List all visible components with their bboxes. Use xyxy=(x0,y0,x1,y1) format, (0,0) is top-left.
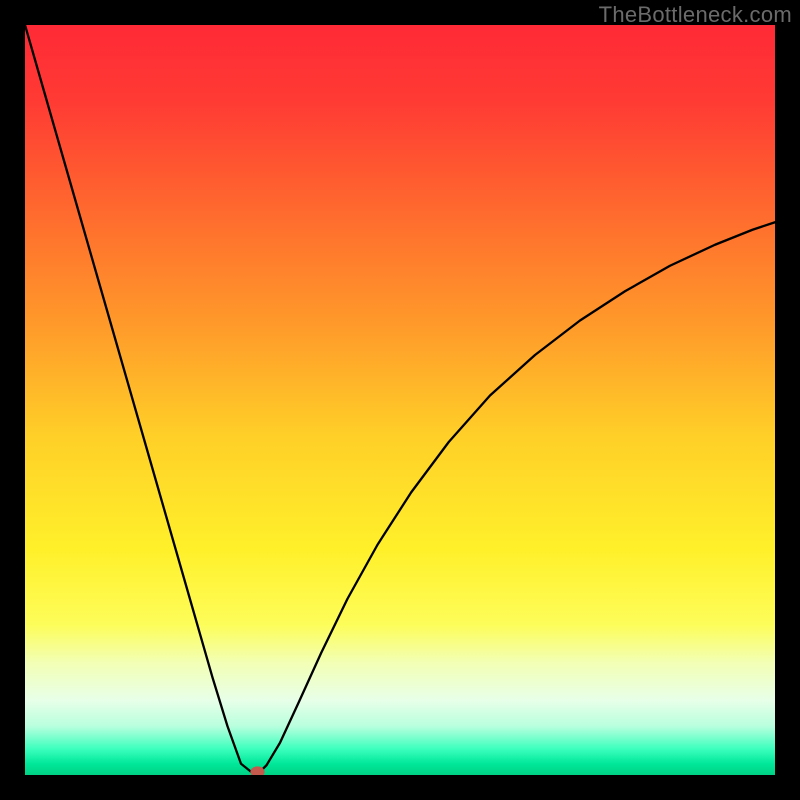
watermark-label: TheBottleneck.com xyxy=(599,2,792,28)
chart-frame: TheBottleneck.com xyxy=(0,0,800,800)
chart-background xyxy=(25,25,775,775)
bottleneck-chart xyxy=(25,25,775,775)
